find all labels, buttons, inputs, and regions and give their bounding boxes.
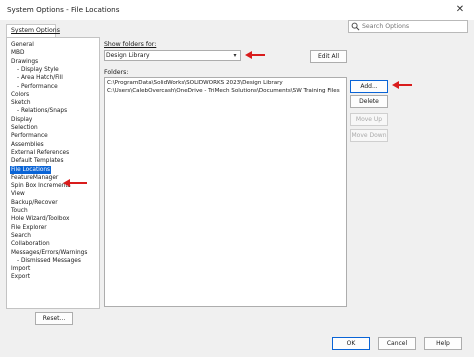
tree-item[interactable]: Display [10, 116, 33, 124]
show-folders-dropdown-value: Design Library [106, 52, 150, 59]
tab-system-options[interactable]: System Options [6, 24, 60, 37]
add-button[interactable]: Add... [350, 80, 388, 93]
tree-item[interactable]: Import [10, 265, 31, 273]
delete-button[interactable]: Delete [350, 95, 388, 108]
tree-item[interactable]: View [10, 190, 26, 198]
tree-item[interactable]: Touch [10, 207, 29, 215]
tree-item[interactable]: Display Style [16, 66, 60, 74]
tree-item[interactable]: Backup/Recover [10, 199, 59, 207]
tree-item[interactable]: Dismissed Messages [16, 257, 82, 265]
tree-item[interactable]: FeatureManager [10, 174, 59, 182]
edit-all-button[interactable]: Edit All [310, 50, 347, 63]
cancel-button[interactable]: Cancel [378, 337, 416, 350]
red-arrow-icon [392, 81, 412, 89]
tree-item[interactable]: File Explorer [10, 224, 48, 232]
move-up-button[interactable]: Move Up [350, 113, 388, 126]
tree-item[interactable]: External References [10, 149, 70, 157]
tree-item[interactable]: Area Hatch/Fill [16, 74, 64, 82]
chevron-down-icon: ▾ [233, 52, 237, 59]
search-input[interactable] [360, 20, 464, 33]
tree-item[interactable]: Performance [10, 132, 49, 140]
tree-item[interactable]: MBD [10, 49, 25, 57]
tree-item[interactable]: Default Templates [10, 157, 65, 165]
help-button[interactable]: Help [424, 337, 462, 350]
folder-entry[interactable]: C:\Users\CalebOvercash\OneDrive - TriMec… [107, 88, 340, 94]
tree-item[interactable]: Drawings [10, 58, 39, 66]
tab-label: System Options [11, 27, 60, 34]
tree-item[interactable]: Performance [16, 83, 59, 91]
tree-item[interactable]: File Locations [10, 165, 52, 174]
show-folders-label: Show folders for: [104, 41, 156, 48]
tree-item[interactable]: Collaboration [10, 240, 51, 248]
search-icon [351, 22, 360, 31]
close-button[interactable]: ✕ [452, 3, 468, 17]
tree-item[interactable]: Messages/Errors/Warnings [10, 249, 88, 257]
move-down-button[interactable]: Move Down [350, 129, 388, 142]
tree-item[interactable]: Selection [10, 124, 39, 132]
window-title: System Options - File Locations [7, 5, 120, 14]
tree-item[interactable]: Relations/Snaps [16, 107, 68, 115]
show-folders-label-text: Show folders for: [104, 41, 157, 48]
ok-button[interactable]: OK [332, 337, 370, 350]
tree-item[interactable]: Colors [10, 91, 30, 99]
folders-label: Folders: [104, 69, 129, 76]
folder-entry[interactable]: C:\ProgramData\SolidWorks\SOLIDWORKS 202… [107, 80, 283, 86]
tree-item[interactable]: Sketch [10, 99, 32, 107]
tree-item[interactable]: Assemblies [10, 141, 45, 149]
red-arrow-icon [63, 179, 87, 187]
tree-item[interactable]: Export [10, 273, 31, 281]
tree-item[interactable]: Search [10, 232, 32, 240]
reset-button[interactable]: Reset... [35, 312, 73, 325]
tree-item[interactable]: General [10, 41, 35, 49]
tree-item[interactable]: Hole Wizard/Toolbox [10, 215, 70, 223]
red-arrow-icon [245, 51, 265, 59]
folders-list[interactable] [104, 77, 347, 307]
